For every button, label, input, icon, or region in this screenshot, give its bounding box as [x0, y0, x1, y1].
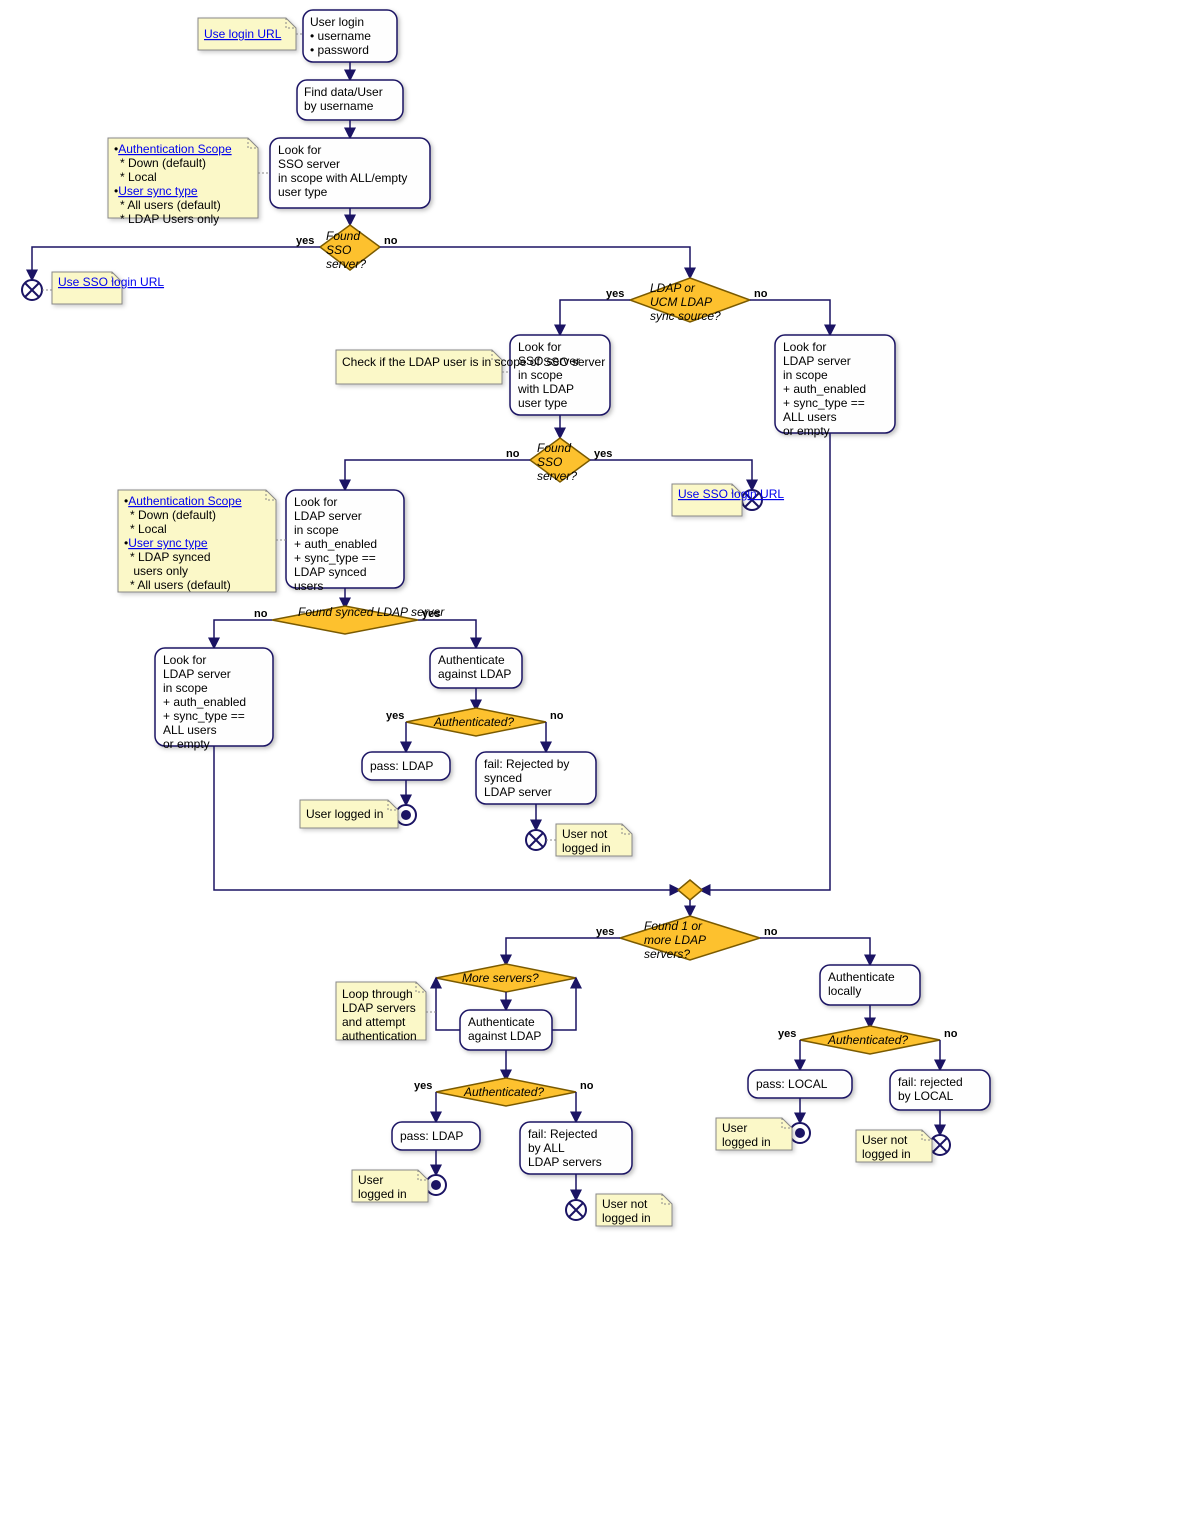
svg-text:no: no — [754, 288, 768, 300]
svg-text:yes: yes — [386, 710, 404, 722]
svg-text:yes: yes — [422, 608, 440, 620]
svg-text:no: no — [384, 235, 398, 247]
t-find: Find data/User — [304, 85, 383, 99]
t-authLdap2: Authenticate — [468, 1015, 535, 1029]
t-authLdap1: Authenticate — [438, 653, 505, 667]
t-lookLdapSynced: Look for — [294, 495, 337, 509]
t-d-auth1: Authenticated? — [433, 715, 514, 729]
svg-text:User notlogged in: User notlogged in — [862, 1133, 911, 1161]
t-n-ssoUrl2[interactable]: Use SSO login URL — [678, 487, 784, 501]
svg-text:yes: yes — [414, 1080, 432, 1092]
t-passLdap1: pass: LDAP — [370, 759, 433, 773]
svg-text:User logged in: User logged in — [306, 807, 383, 821]
svg-text:pass: LOCAL: pass: LOCAL — [756, 1077, 828, 1091]
t-lookLdapAll2: Look for — [163, 653, 206, 667]
t-start: User login — [310, 15, 364, 29]
t-lookLdapAll1: Look for — [783, 340, 826, 354]
t-failAll: fail: Rejected — [528, 1127, 597, 1141]
svg-text:User login• username• password: User login• username• password — [310, 15, 371, 57]
t-n-loginUrl[interactable]: Use login URL — [204, 27, 282, 41]
t-n-ssoUrl1[interactable]: Use SSO login URL — [58, 275, 164, 289]
svg-text:yes: yes — [594, 448, 612, 460]
svg-text:yes: yes — [296, 235, 314, 247]
svg-text:User notlogged in: User notlogged in — [562, 827, 611, 855]
svg-text:no: no — [254, 608, 268, 620]
svg-text:Authenticateagainst LDAP: Authenticateagainst LDAP — [468, 1015, 541, 1043]
svg-text:Authenticated?: Authenticated? — [827, 1033, 908, 1047]
t-failSynced: fail: Rejected by — [484, 757, 569, 771]
t-lookSsoLdap: Look for — [518, 340, 561, 354]
svg-text:Find data/Userby username: Find data/Userby username — [304, 85, 383, 113]
t-authLocal: Authenticate — [828, 970, 895, 984]
svg-text:no: no — [580, 1080, 594, 1092]
t-d-auth2: Authenticated? — [463, 1085, 544, 1099]
merge — [678, 880, 702, 900]
svg-text:yes: yes — [606, 288, 624, 300]
svg-text:no: no — [764, 926, 778, 938]
t-d-foundSso2: Found — [537, 441, 571, 455]
svg-text:Authenticateagainst LDAP: Authenticateagainst LDAP — [438, 653, 511, 681]
flowchart: User login• username• password Use login… — [0, 0, 1204, 1521]
svg-text:yes: yes — [778, 1028, 796, 1040]
t-n-checkLdap: Check if the LDAP user is in scope of SS… — [342, 355, 605, 369]
t-n-loop: Loop through — [342, 987, 413, 1001]
t-d-more: More servers? — [462, 971, 539, 985]
svg-text:pass: LDAP: pass: LDAP — [400, 1129, 463, 1143]
svg-text:User notlogged in: User notlogged in — [602, 1197, 651, 1225]
svg-text:yes: yes — [596, 926, 614, 938]
svg-text:no: no — [944, 1028, 958, 1040]
t-d-found1more: Found 1 or — [644, 919, 703, 933]
svg-text:no: no — [550, 710, 564, 722]
t-lookSsoAll: Look for — [278, 143, 321, 157]
svg-text:fail: rejectedby LOCAL: fail: rejectedby LOCAL — [898, 1075, 963, 1103]
t-d-syncSource: LDAP or — [650, 281, 696, 295]
t-failLocal: fail: rejected — [898, 1075, 963, 1089]
svg-text:no: no — [506, 448, 520, 460]
t-d-foundSso1: Found — [326, 229, 360, 243]
